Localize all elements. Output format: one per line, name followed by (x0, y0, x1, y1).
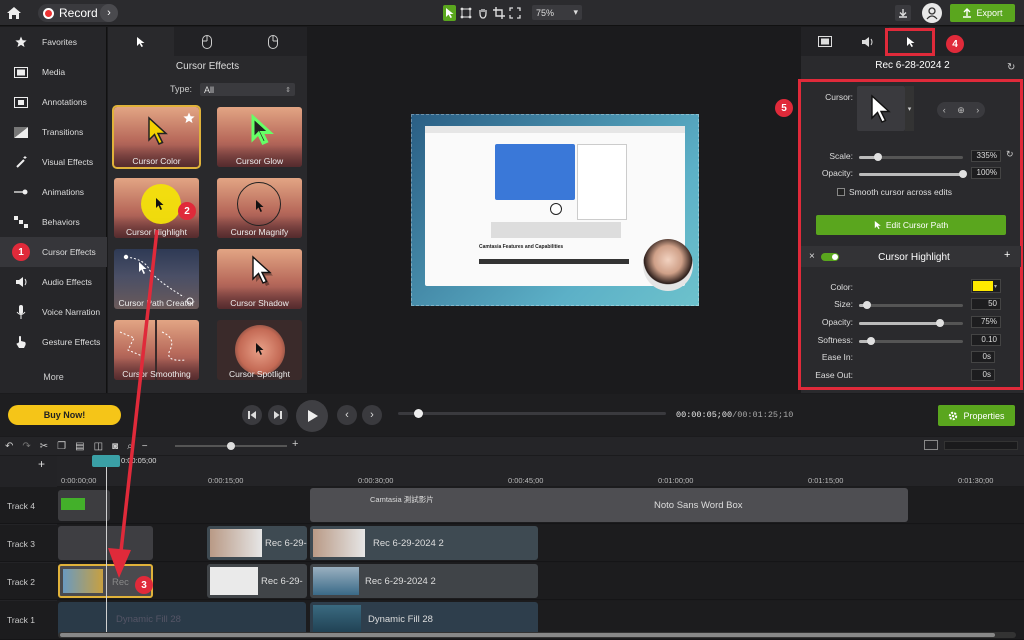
annotation-arrow (108, 229, 159, 578)
annotation-badge-3: 3 (135, 576, 153, 594)
